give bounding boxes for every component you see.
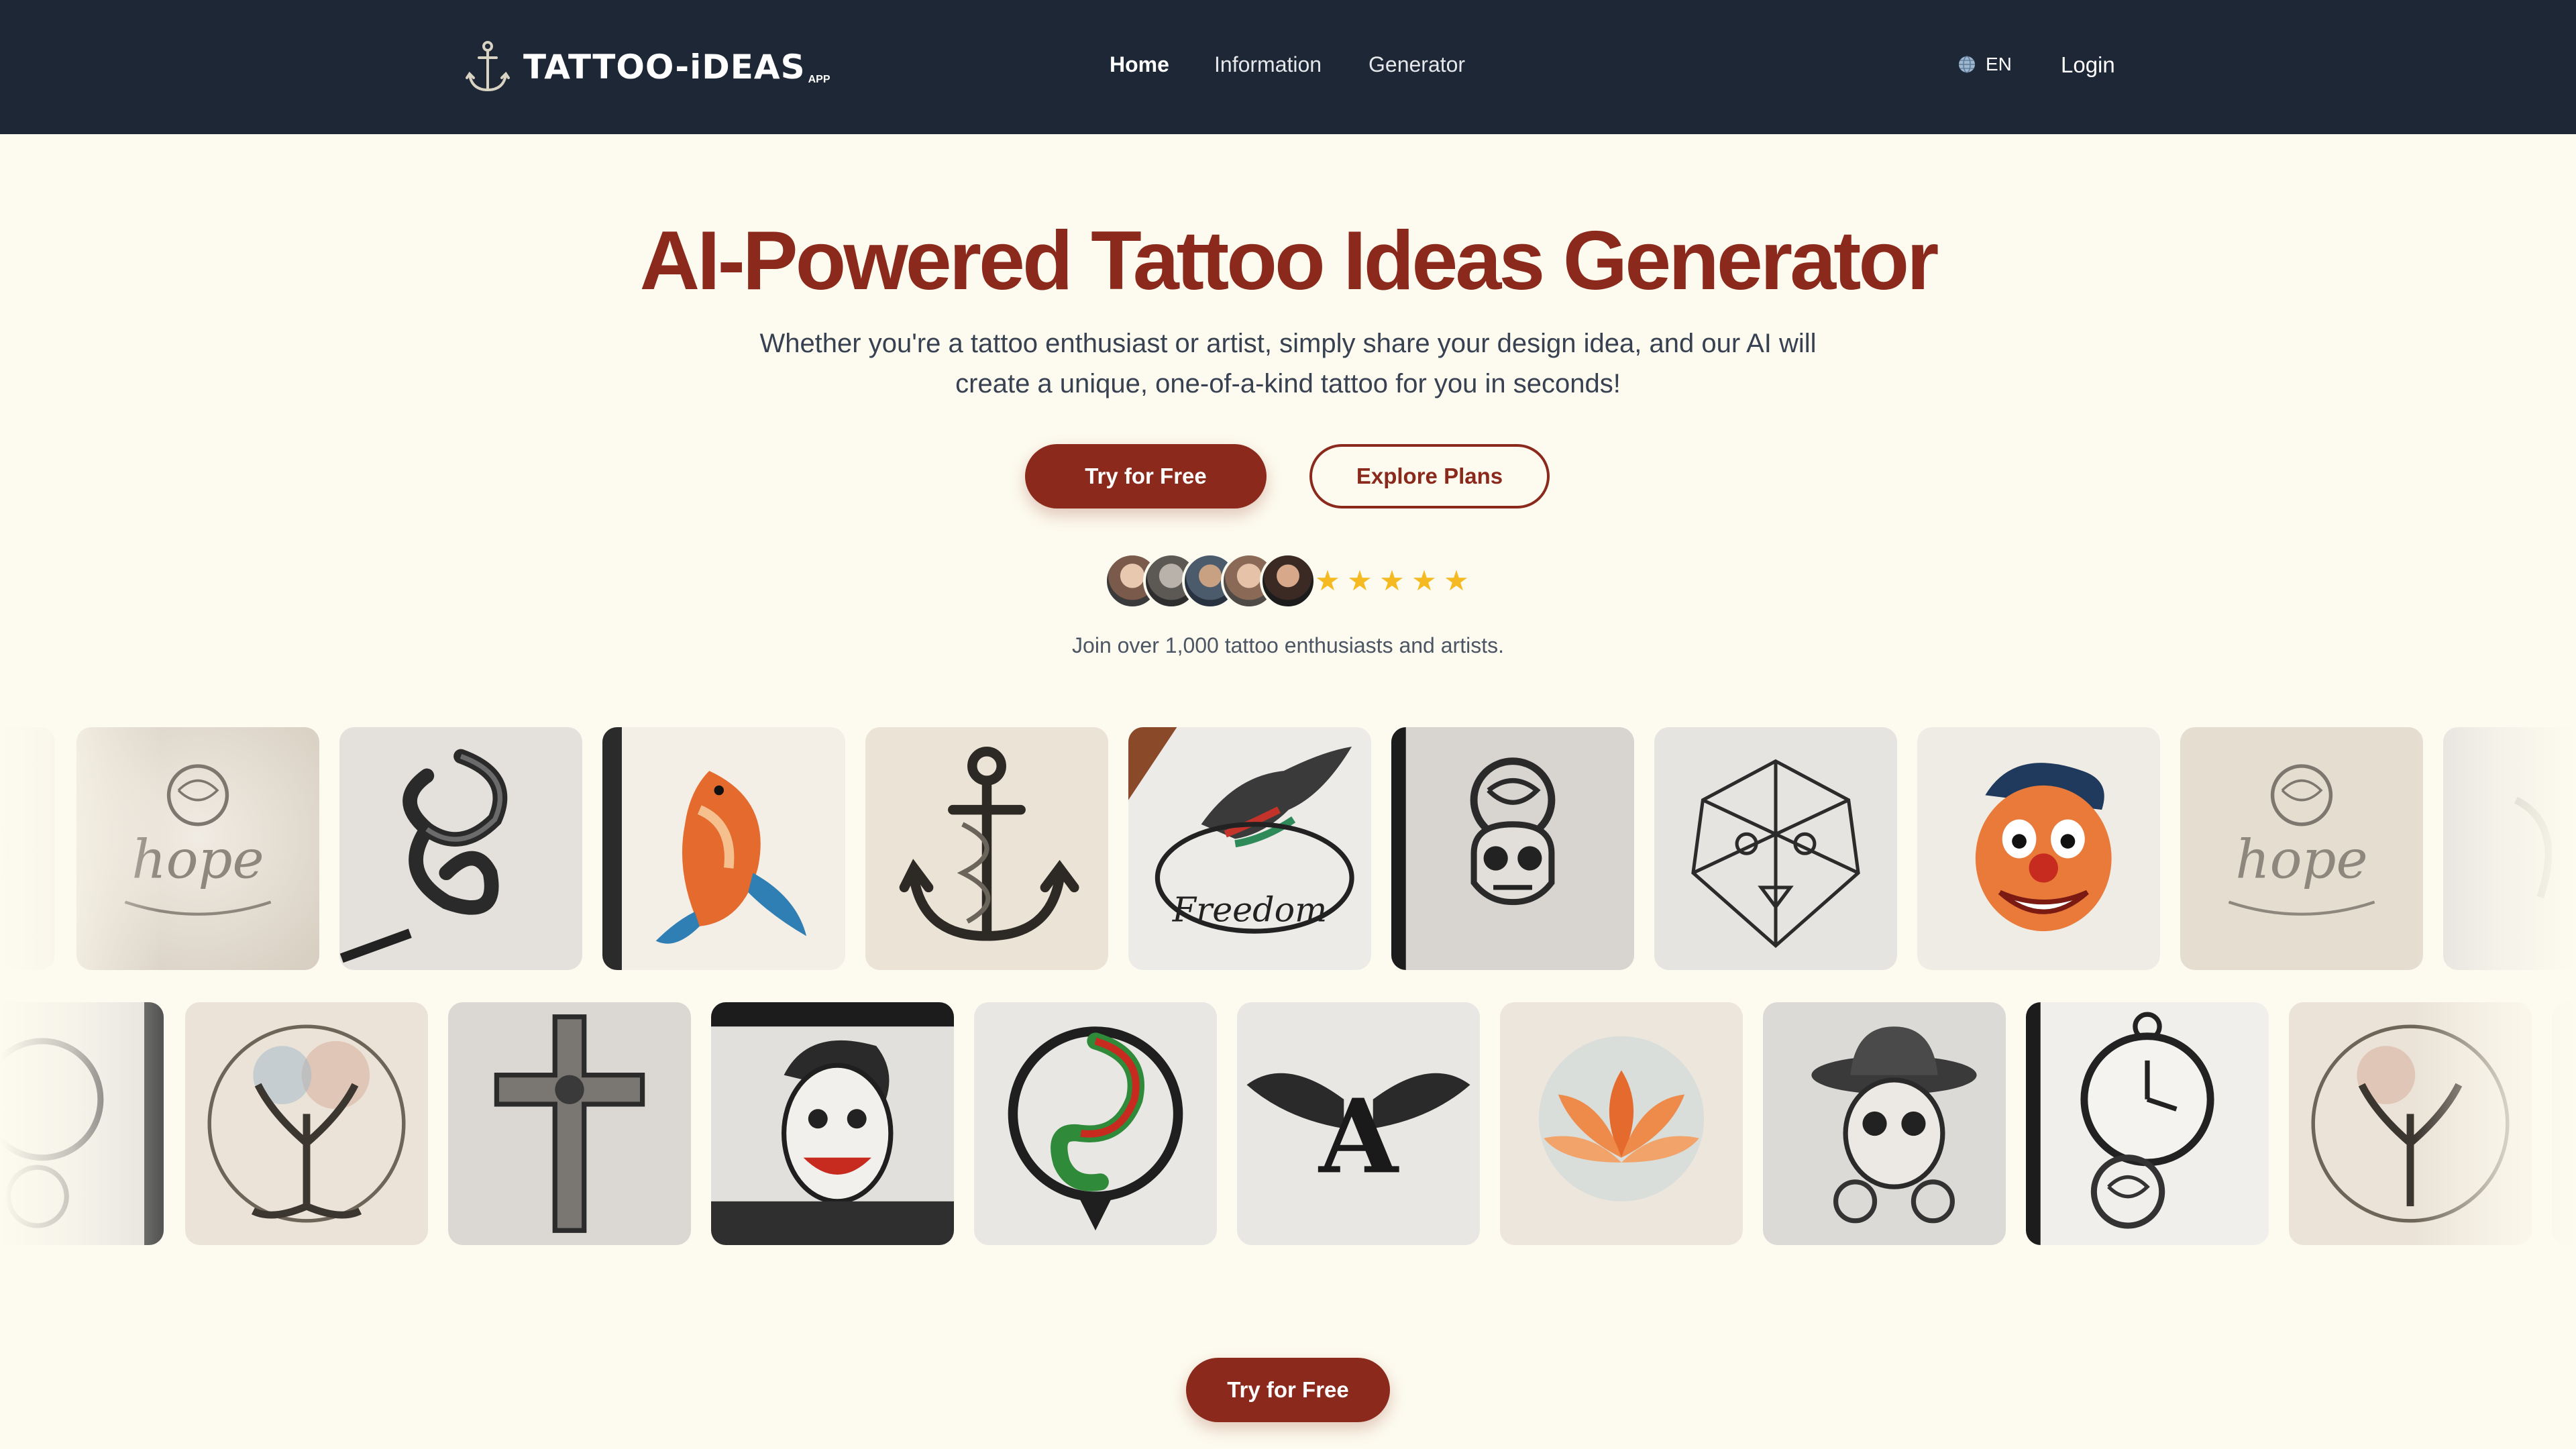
gallery-row-2: A [0,1002,2576,1245]
svg-text:A: A [1318,1076,1399,1196]
login-link[interactable]: Login [2061,52,2115,78]
tattoo-tile-geometric-lion[interactable] [1654,727,1897,970]
avatar [1260,553,1316,609]
tattoo-tile-pocket-watch[interactable] [2026,1002,2269,1245]
site-logo[interactable]: TATTOO-iDEAS APP [466,39,830,95]
tattoo-tile-sugar-skull-hat[interactable] [1763,1002,2006,1245]
nav-generator[interactable]: Generator [1368,52,1465,77]
tattoo-tile-snake[interactable] [339,727,582,970]
top-navbar: TATTOO-iDEAS APP Home Information Genera… [0,0,2576,134]
tattoo-tile-joker[interactable] [711,1002,954,1245]
hero-subtitle-line-1: Whether you're a tattoo enthusiast or ar… [759,329,1817,358]
language-selector[interactable]: EN [1957,54,2012,75]
tattoo-tile-tree-of-life[interactable] [185,1002,428,1245]
nav-home[interactable]: Home [1110,52,1169,77]
tattoo-tile-koi[interactable] [602,727,845,970]
svg-text:Freedom: Freedom [1172,890,1327,930]
tattoo-tile-hope[interactable]: hope [76,727,319,970]
try-for-free-button[interactable]: Try for Free [1025,444,1267,508]
rating-stars: ★ ★ ★ ★ ★ [1315,562,1469,600]
tattoo-tile-cross[interactable] [448,1002,691,1245]
star-icon: ★ [1315,565,1340,596]
star-icon: ★ [1411,565,1437,596]
join-text: Join over 1,000 tattoo enthusiasts and a… [1072,633,1504,657]
tattoo-tile-pocket-watch[interactable] [0,1002,164,1245]
tattoo-tile-fading[interactable] [2552,1002,2576,1245]
nav-information[interactable]: Information [1214,52,1322,77]
tattoo-tile-freedom[interactable]: Freedom [1128,727,1371,970]
star-icon: ★ [1379,565,1405,596]
tattoo-tile-lotus[interactable] [1500,1002,1743,1245]
svg-text:hope: hope [2235,828,2367,890]
hero-subtitle-line-2: create a unique, one-of-a-kind tattoo fo… [955,369,1621,398]
hero-title: AI-Powered Tattoo Ideas Generator [639,215,1939,307]
tattoo-tile-tree-of-life[interactable] [2289,1002,2532,1245]
star-icon: ★ [1444,565,1469,596]
star-icon: ★ [1347,565,1373,596]
svg-text:hope: hope [131,828,264,890]
tattoo-tile-anchor[interactable] [865,727,1108,970]
bottom-try-for-free-button[interactable]: Try for Free [1186,1358,1390,1422]
tattoo-tile-clown[interactable] [1917,727,2160,970]
tattoo-tile-winged-monogram[interactable]: A [1237,1002,1480,1245]
anchor-logo-icon [466,41,510,92]
gallery-row-1: hope Freedom hope [0,727,2576,970]
user-avatars [1104,553,1319,609]
tattoo-tile-hope[interactable]: hope [2180,727,2423,970]
tattoo-tile-fading[interactable] [0,727,55,970]
tattoo-tile-fading[interactable] [2443,727,2576,970]
explore-plans-button[interactable]: Explore Plans [1309,444,1550,508]
logo-wordmark: TATTOO-iDEAS [523,48,806,87]
language-label: EN [1986,54,2012,74]
hero-subtitle: Whether you're a tattoo enthusiast or ar… [751,323,1825,404]
globe-icon [1959,56,1975,73]
logo-suffix: APP [808,74,830,85]
tattoo-tile-rose-skull[interactable] [1391,727,1634,970]
tattoo-tile-tribal-lizard[interactable] [974,1002,1217,1245]
